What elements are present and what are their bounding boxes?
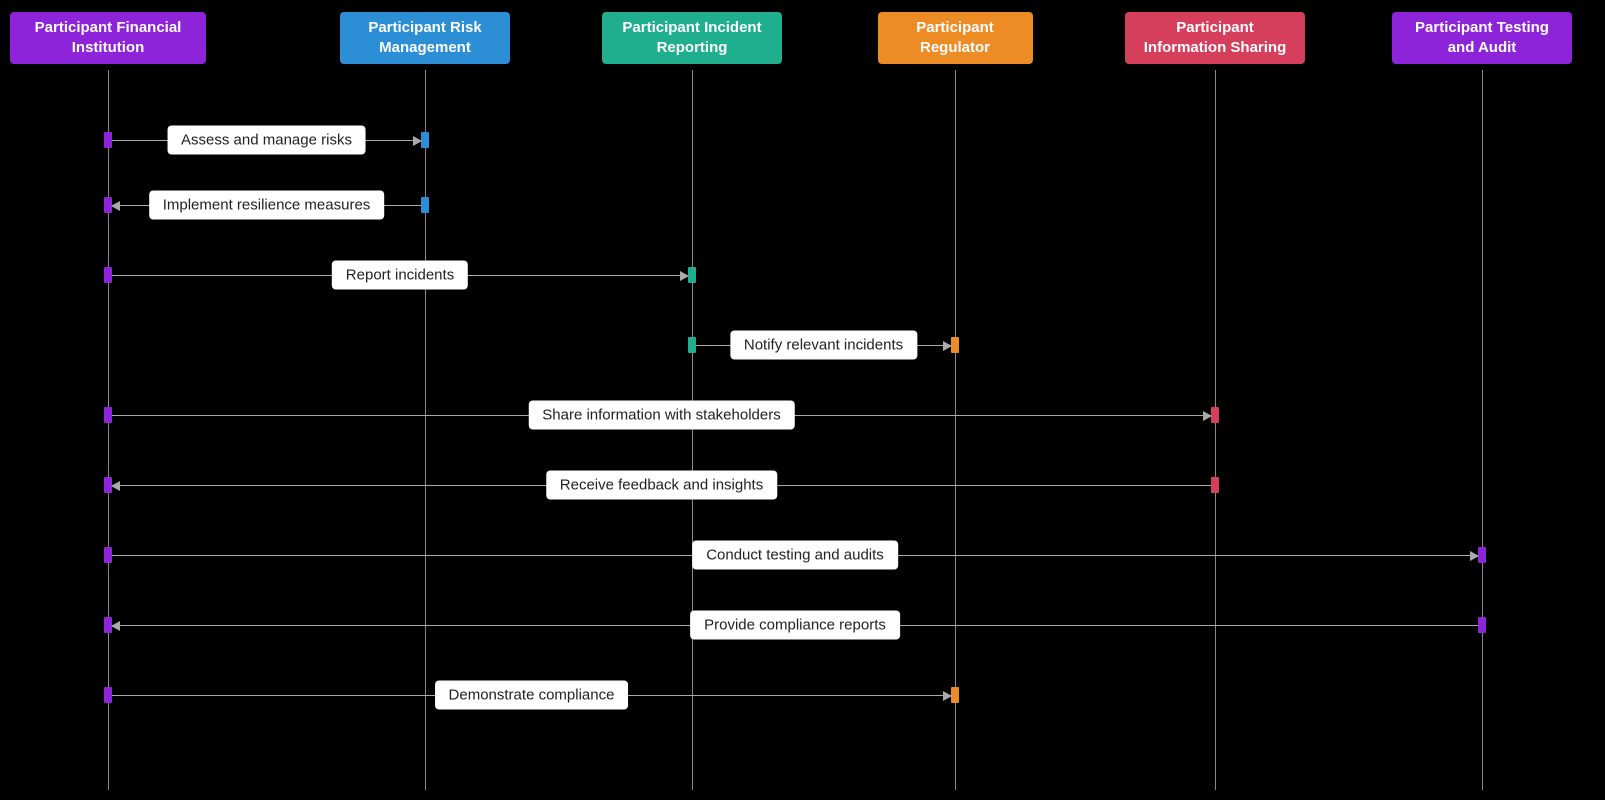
lifeline-ir: [692, 70, 693, 790]
message-label-2: Report incidents: [332, 261, 468, 290]
activation-fi-8: [104, 687, 112, 703]
activation-rm-1: [421, 197, 429, 213]
activation-fi-6: [104, 547, 112, 563]
lifeline-fi: [108, 70, 109, 790]
participant-fi: Participant FinancialInstitution: [10, 12, 206, 64]
message-label-6: Conduct testing and audits: [692, 541, 898, 570]
participant-is: ParticipantInformation Sharing: [1125, 12, 1305, 64]
lifeline-is: [1215, 70, 1216, 790]
activation-fi-2: [104, 267, 112, 283]
activation-reg-3: [951, 337, 959, 353]
activation-ir-3: [688, 337, 696, 353]
activation-is-5: [1211, 477, 1219, 493]
message-label-8: Demonstrate compliance: [435, 681, 629, 710]
activation-rm-0: [421, 132, 429, 148]
activation-ta-7: [1478, 617, 1486, 633]
message-label-0: Assess and manage risks: [167, 126, 366, 155]
lifeline-reg: [955, 70, 956, 790]
participant-rm: Participant RiskManagement: [340, 12, 510, 64]
participant-ir: Participant IncidentReporting: [602, 12, 782, 64]
lifeline-rm: [425, 70, 426, 790]
message-label-5: Receive feedback and insights: [546, 471, 777, 500]
activation-fi-4: [104, 407, 112, 423]
participant-reg: ParticipantRegulator: [878, 12, 1033, 64]
message-label-1: Implement resilience measures: [149, 191, 385, 220]
message-label-3: Notify relevant incidents: [730, 331, 917, 360]
participant-ta: Participant Testingand Audit: [1392, 12, 1572, 64]
message-label-4: Share information with stakeholders: [528, 401, 794, 430]
activation-ta-6: [1478, 547, 1486, 563]
lifeline-ta: [1482, 70, 1483, 790]
activation-is-4: [1211, 407, 1219, 423]
activation-fi-0: [104, 132, 112, 148]
message-label-7: Provide compliance reports: [690, 611, 900, 640]
activation-reg-8: [951, 687, 959, 703]
activation-ir-2: [688, 267, 696, 283]
